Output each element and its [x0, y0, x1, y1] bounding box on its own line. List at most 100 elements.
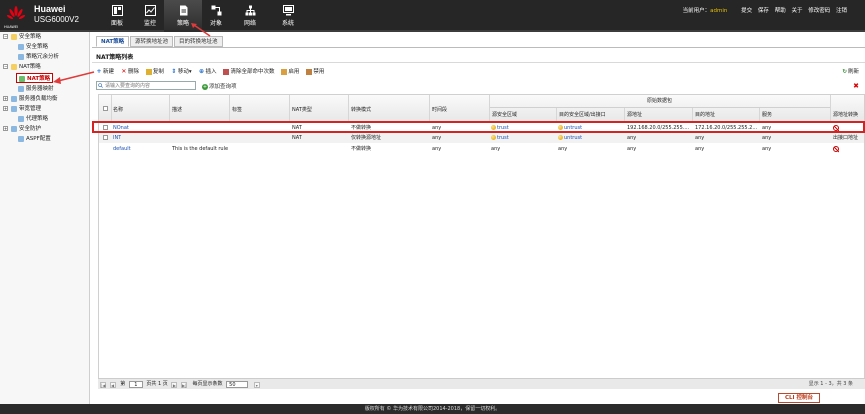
tree-nat-policy-group[interactable]: − NAT策略 — [3, 62, 41, 72]
select-all-checkbox[interactable] — [103, 106, 108, 111]
logout-link[interactable]: 注销 — [836, 8, 847, 14]
enable-button[interactable]: 启用 — [281, 67, 299, 75]
next-page-button[interactable]: ▶ — [171, 381, 178, 388]
tree-proxy-policy[interactable]: 代理策略 — [18, 114, 48, 124]
col-src-addr[interactable]: 源地址 — [627, 111, 642, 118]
object-icon — [211, 5, 221, 16]
save-link[interactable]: 保存 — [758, 8, 769, 14]
record-count: 显示 1 - 3，共 3 条 — [808, 381, 853, 387]
page-number-input[interactable]: 1 — [128, 381, 143, 388]
row-checkbox[interactable] — [103, 135, 108, 140]
cell-name[interactable]: INT — [113, 133, 121, 143]
cell-desc: This is the default rule — [172, 146, 229, 152]
tree-server-mapping[interactable]: 服务器映射 — [18, 84, 54, 94]
nat-policy-table: 名称 描述 标签 NAT类型 转换模式 时间段 原始数据包 源安全区域 目的安全… — [98, 94, 865, 389]
expand-toggle-icon[interactable]: + — [3, 96, 8, 101]
cell-service: any — [762, 135, 772, 141]
submit-link[interactable]: 提交 — [741, 8, 752, 14]
tree-security-policy[interactable]: 安全策略 — [18, 42, 48, 52]
collapse-toggle-icon[interactable]: − — [3, 64, 8, 69]
tree-nat-policy[interactable]: NAT策略 — [16, 73, 54, 83]
col-divider — [348, 95, 349, 122]
close-icon[interactable]: ✖ — [853, 82, 859, 90]
search-input[interactable] — [96, 81, 196, 90]
prev-page-button[interactable]: ◀ — [109, 381, 116, 388]
disable-icon — [306, 68, 313, 75]
cell-src-trans: 出接口地址 — [833, 135, 859, 141]
top-header: HUAWEI Huawei USG6000V2 面板 监控 策略 对象 网络 系… — [0, 0, 865, 32]
nav-label: 网络 — [243, 20, 256, 27]
about-link[interactable]: 关于 — [791, 8, 802, 14]
no-translation-icon — [833, 146, 839, 152]
table-row[interactable]: default This is the default rule 不做转换 an… — [99, 144, 864, 154]
col-src-zone[interactable]: 源安全区域 — [492, 111, 517, 118]
footer-copyright: 版权所有 © 华为技术有限公司2014-2018，保留一切权利。 — [0, 404, 865, 414]
logo-wordmark: HUAWEI — [4, 25, 19, 29]
nav-network[interactable]: 网络 — [231, 0, 269, 32]
tree-security-protection[interactable]: + 安全防护 — [3, 124, 41, 134]
col-tag[interactable]: 标签 — [232, 106, 242, 113]
change-password-link[interactable]: 修改密码 — [808, 8, 830, 14]
first-page-button[interactable]: |◀ — [100, 381, 106, 388]
tab-nat-policy[interactable]: NAT策略 — [96, 36, 130, 47]
server-icon — [18, 85, 24, 92]
insert-button[interactable]: ⊕插入 — [199, 67, 217, 75]
tree-slb[interactable]: + 服务器负载均衡 — [3, 94, 58, 104]
expand-toggle-icon[interactable]: + — [3, 106, 8, 111]
cell-time: any — [432, 135, 442, 141]
col-dst-addr[interactable]: 目的地址 — [695, 111, 715, 118]
last-page-button[interactable]: ▶| — [180, 381, 187, 388]
cell-nat-type: NAT — [292, 135, 302, 141]
col-mode[interactable]: 转换模式 — [351, 106, 371, 113]
tree-bandwidth[interactable]: + 带宽管理 — [3, 104, 41, 114]
table-row[interactable]: INT NAT 仅转换源地址 any trust untrust any any… — [99, 133, 864, 143]
tab-src-pool[interactable]: 源转换地址池 — [130, 36, 174, 47]
cell-name[interactable]: default — [113, 144, 131, 154]
nav-system[interactable]: 系统 — [269, 0, 307, 32]
page-prefix: 第 — [120, 381, 126, 387]
add-condition-button[interactable]: + 添加查询项 — [202, 82, 237, 90]
tab-dst-pool[interactable]: 目的转换地址池 — [174, 36, 223, 47]
col-time[interactable]: 时间段 — [432, 106, 447, 113]
delete-icon: ✕ — [121, 67, 127, 75]
col-divider — [556, 108, 557, 122]
tree-security-policy-group[interactable]: − 安全策略 — [3, 32, 41, 42]
collapse-toggle-icon[interactable]: − — [3, 34, 8, 39]
col-service[interactable]: 服务 — [762, 111, 772, 118]
disable-button[interactable]: 禁用 — [306, 67, 324, 75]
col-desc[interactable]: 描述 — [172, 106, 182, 113]
move-button[interactable]: ⇕移动▾ — [171, 67, 191, 75]
tree-redundancy-analysis[interactable]: 策略冗余分析 — [18, 52, 59, 62]
copy-button[interactable]: 复制 — [145, 67, 164, 75]
cell-dst-zone: any — [558, 146, 568, 152]
plus-icon: + — [96, 67, 102, 75]
delete-button[interactable]: ✕删除 — [121, 67, 139, 75]
help-link[interactable]: 帮助 — [775, 8, 786, 14]
huawei-logo-icon — [6, 6, 26, 20]
clear-hits-button[interactable]: 清除全部命中次数 — [223, 67, 274, 75]
zone-icon — [491, 135, 496, 140]
col-nat-type[interactable]: NAT类型 — [292, 106, 312, 113]
refresh-icon: ↻ — [842, 69, 847, 75]
col-group-original-packet: 原始数据包 — [489, 95, 830, 108]
col-divider — [169, 95, 170, 122]
col-dst-zone[interactable]: 目的安全区域/出接口 — [559, 111, 606, 118]
chevron-down-icon[interactable]: ▾ — [253, 381, 260, 388]
nav-object[interactable]: 对象 — [197, 0, 235, 32]
zone-icon — [558, 135, 563, 140]
col-name[interactable]: 名称 — [113, 106, 123, 113]
tree-aspf[interactable]: ASPF配置 — [18, 134, 51, 144]
refresh-button[interactable]: ↻刷新 — [842, 67, 859, 75]
col-divider — [489, 95, 490, 122]
nav-label: 系统 — [281, 20, 294, 27]
expand-toggle-icon[interactable]: + — [3, 126, 8, 131]
current-user-name: admin — [710, 8, 728, 14]
new-button[interactable]: +新建 — [96, 67, 114, 75]
title-divider — [92, 62, 865, 63]
col-src-trans[interactable]: 源地址转换 — [833, 111, 858, 118]
cli-console-button[interactable]: CLI 控制台 — [778, 393, 820, 403]
search-icon — [98, 83, 103, 88]
per-page-select[interactable]: 50 — [226, 381, 249, 388]
policy-icon — [179, 5, 187, 16]
nav-label: 对象 — [209, 20, 222, 27]
